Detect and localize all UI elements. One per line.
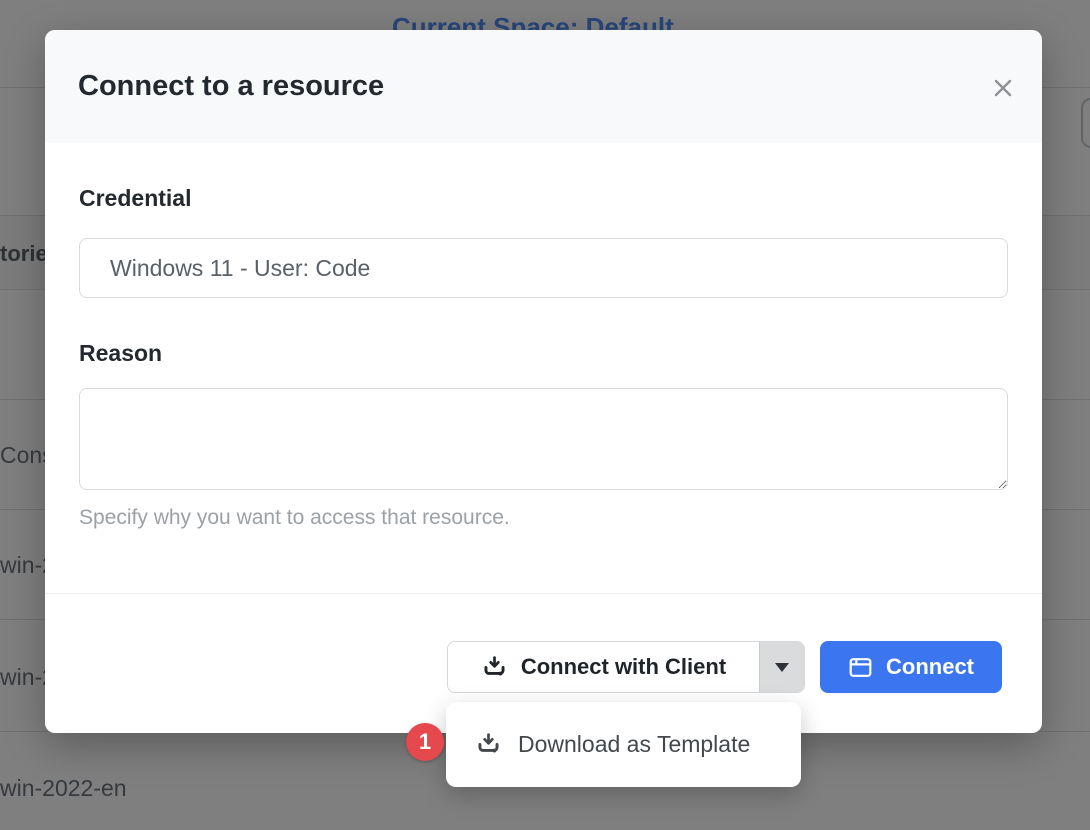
download-icon	[475, 731, 502, 758]
reason-label: Reason	[79, 340, 162, 367]
close-button[interactable]	[986, 71, 1020, 105]
screen: Current Space: Default torie Cons win-2 …	[0, 0, 1090, 830]
credential-input[interactable]	[79, 238, 1008, 298]
annotation-badge-1: 1	[406, 723, 444, 761]
download-as-template-label: Download as Template	[518, 731, 750, 758]
split-button-dropdown-toggle[interactable]	[759, 642, 804, 692]
caret-down-icon	[775, 663, 789, 672]
annotation-badge-number: 1	[419, 729, 431, 755]
connect-with-client-split-button: Connect with Client	[447, 641, 805, 693]
credential-label: Credential	[79, 185, 191, 212]
modal-header: Connect to a resource	[45, 30, 1042, 143]
reason-help-text: Specify why you want to access that reso…	[79, 506, 510, 530]
connect-with-client-button[interactable]: Connect with Client	[448, 642, 759, 692]
connect-button-label: Connect	[886, 654, 974, 680]
download-icon	[481, 654, 508, 681]
browser-window-icon	[848, 655, 873, 680]
connect-resource-modal: Connect to a resource Credential Reason …	[45, 30, 1042, 733]
reason-textarea[interactable]	[79, 388, 1008, 490]
footer-divider	[45, 593, 1042, 594]
connect-with-client-label: Connect with Client	[521, 654, 726, 680]
connect-button[interactable]: Connect	[820, 641, 1002, 693]
close-icon	[992, 77, 1014, 99]
modal-title: Connect to a resource	[78, 70, 384, 103]
split-button-dropdown-menu: Download as Template	[446, 702, 801, 787]
download-as-template-menu-item[interactable]: Download as Template	[446, 702, 801, 787]
